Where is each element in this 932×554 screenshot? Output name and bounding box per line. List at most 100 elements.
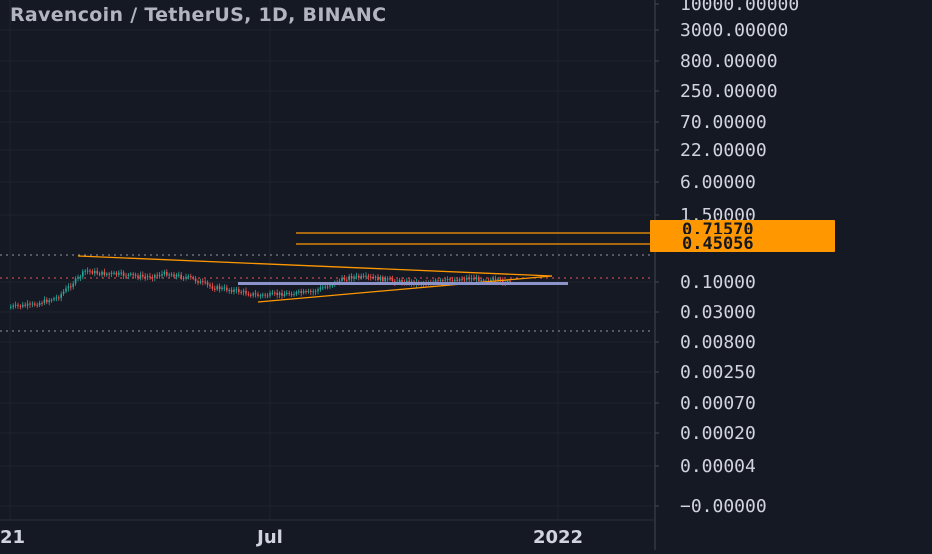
candle-body bbox=[103, 271, 106, 275]
lower-trendline bbox=[257, 275, 553, 303]
candle-body bbox=[482, 280, 485, 282]
chart-svg: 10000.00000 3000.00000 800.00000 250.00000 7… bbox=[0, 0, 835, 550]
candle-body bbox=[389, 278, 391, 280]
candle-body bbox=[14, 304, 17, 306]
candle-body bbox=[470, 278, 473, 280]
candle-body bbox=[197, 281, 199, 283]
candle-body bbox=[22, 304, 24, 307]
candle-body bbox=[50, 299, 53, 301]
candle-body bbox=[353, 276, 355, 279]
upper-trendline bbox=[77, 255, 553, 277]
y-tick-label: 800.00000 bbox=[680, 51, 778, 72]
candle-body bbox=[180, 274, 182, 278]
candle-body bbox=[221, 287, 223, 290]
candle-body bbox=[377, 276, 379, 281]
candle-body bbox=[310, 290, 312, 292]
candle-body bbox=[271, 292, 274, 294]
candle-body bbox=[362, 275, 365, 277]
candle-body bbox=[300, 291, 302, 293]
candle-body bbox=[163, 271, 166, 274]
candle-body bbox=[199, 281, 202, 283]
candle-body bbox=[473, 278, 475, 280]
candle-body bbox=[65, 288, 67, 292]
candle-body bbox=[134, 274, 137, 276]
candle-body bbox=[110, 272, 113, 274]
candle-body bbox=[480, 280, 482, 282]
candle-body bbox=[53, 298, 55, 300]
candle-body bbox=[98, 273, 101, 275]
candle-body bbox=[461, 279, 463, 281]
candle-body bbox=[245, 290, 247, 294]
candle-body bbox=[218, 286, 221, 290]
candle-body bbox=[379, 276, 382, 281]
candle-body bbox=[86, 270, 89, 272]
candle-body bbox=[439, 280, 442, 282]
candle-body bbox=[468, 277, 470, 280]
candle-body bbox=[264, 294, 266, 296]
candle-body bbox=[398, 279, 401, 282]
candle-body bbox=[247, 293, 250, 295]
candle-body bbox=[72, 283, 74, 287]
candle-body bbox=[122, 272, 125, 276]
candle-body bbox=[149, 276, 151, 278]
candle-body bbox=[211, 286, 214, 289]
candle-body bbox=[360, 275, 362, 278]
candle-body bbox=[190, 276, 192, 278]
y-tick-label: 70.00000 bbox=[680, 112, 767, 133]
candle-body bbox=[250, 294, 252, 296]
candle-body bbox=[130, 273, 132, 275]
candles bbox=[10, 267, 511, 310]
candle-body bbox=[58, 297, 60, 299]
y-tick-label: −0.00000 bbox=[680, 496, 767, 517]
candle-body bbox=[257, 294, 259, 296]
chart-title: Ravencoin / TetherUS, 1D, BINANC bbox=[10, 4, 387, 26]
candle-body bbox=[55, 297, 58, 299]
candle-body bbox=[62, 291, 65, 294]
candle-body bbox=[254, 293, 257, 295]
candle-body bbox=[113, 272, 115, 274]
candle-body bbox=[151, 277, 154, 279]
candle-body bbox=[269, 292, 271, 296]
price-tag-label: 0.45056 bbox=[682, 234, 754, 254]
candle-body bbox=[497, 279, 499, 281]
candle-body bbox=[17, 304, 19, 306]
candle-body bbox=[118, 272, 120, 275]
y-tick-label: 0.10000 bbox=[680, 272, 756, 293]
candle-body bbox=[451, 280, 454, 282]
candle-body bbox=[295, 292, 298, 294]
candle-body bbox=[235, 289, 238, 291]
candle-body bbox=[456, 279, 458, 282]
candle-body bbox=[84, 270, 86, 272]
candle-body bbox=[154, 275, 156, 278]
candle-body bbox=[24, 304, 26, 306]
candle-body bbox=[101, 271, 103, 275]
candle-body bbox=[372, 276, 374, 278]
candle-body bbox=[276, 292, 278, 295]
candle-body bbox=[307, 290, 310, 292]
candle-body bbox=[142, 274, 144, 277]
candle-body bbox=[305, 291, 307, 293]
candle-body bbox=[60, 293, 62, 299]
x-tick-label: 2022 bbox=[533, 527, 583, 548]
candle-body bbox=[26, 303, 29, 306]
candle-body bbox=[312, 291, 314, 293]
candle-body bbox=[74, 278, 77, 284]
candle-body bbox=[391, 278, 394, 281]
candle-body bbox=[374, 276, 377, 278]
candle-body bbox=[494, 278, 497, 280]
candle-body bbox=[158, 275, 161, 277]
candle-body bbox=[478, 277, 480, 281]
x-axis: 21 Jul 2022 bbox=[0, 527, 583, 548]
candle-body bbox=[386, 278, 389, 280]
candle-body bbox=[12, 305, 14, 307]
candle-body bbox=[19, 305, 22, 307]
candle-body bbox=[302, 291, 305, 293]
candle-body bbox=[38, 302, 41, 306]
candle-body bbox=[144, 276, 146, 278]
candle-body bbox=[384, 278, 386, 282]
candle-body bbox=[458, 279, 461, 282]
y-tick-label: 0.00004 bbox=[680, 456, 756, 477]
candle-body bbox=[168, 274, 170, 276]
candle-body bbox=[70, 286, 72, 288]
x-tick-label: Jul bbox=[255, 527, 283, 548]
